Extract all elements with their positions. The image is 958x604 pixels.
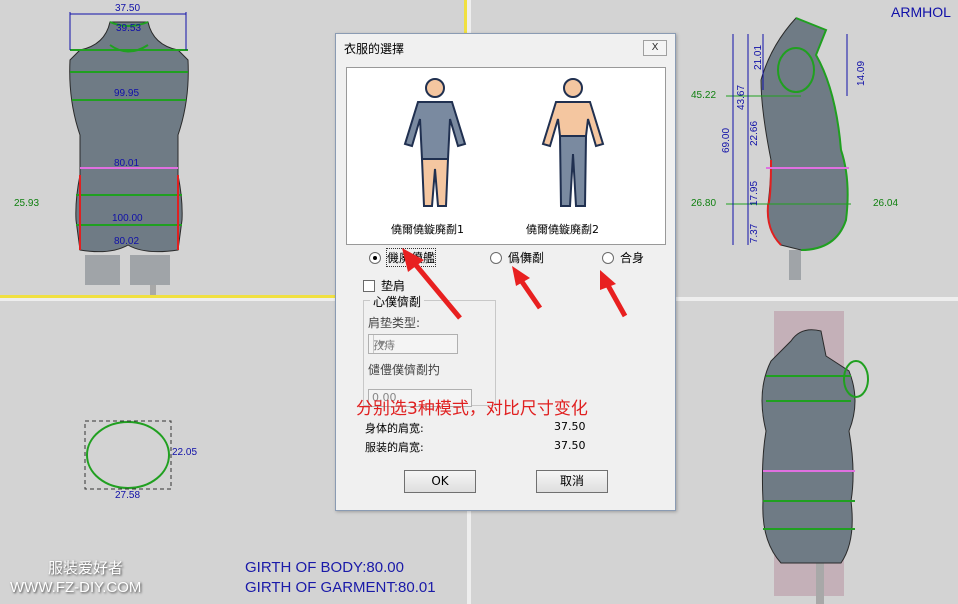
front-neck-girth: 39.53 bbox=[116, 23, 142, 34]
front-chest-girth: 99.95 bbox=[114, 88, 140, 99]
girth-of-garment: GIRTH OF GARMENT:80.01 bbox=[245, 579, 436, 596]
side-m4: 45.22 bbox=[691, 90, 717, 101]
watermark-chinese: 服裝爱好者 bbox=[48, 559, 124, 577]
armhole-right-value: 22.05 bbox=[172, 447, 198, 458]
radio-option-2[interactable]: 僞儛劀 bbox=[490, 249, 544, 266]
dialog-title: 衣服的選擇 bbox=[344, 42, 405, 56]
radio-3-label: 合身 bbox=[620, 251, 645, 265]
front-waist-girth: 80.01 bbox=[114, 158, 140, 169]
watermark-url: WWW.FZ-DIY.COM bbox=[10, 579, 142, 596]
figure-2-icon bbox=[541, 78, 605, 207]
thickness-label: 儙僼僕儕劀扚 bbox=[368, 363, 441, 377]
garment-selection-dialog[interactable]: 衣服的選擇 X 僥爾僥鏇廃劀1 僥爾僥鏇廃劀2 僟廃僨艦 僞儛劀 合身 垫肩 心… bbox=[335, 33, 676, 511]
side-corner-label: ARMHOL bbox=[891, 4, 951, 20]
radio-2-indicator[interactable] bbox=[490, 251, 502, 264]
front-hip-girth: 100.00 bbox=[112, 213, 143, 224]
close-button[interactable]: X bbox=[643, 40, 667, 56]
figure-1-icon bbox=[403, 78, 467, 207]
shoulder-pad-type-select[interactable]: 孜痔 ▼ bbox=[368, 334, 458, 354]
armhole-bottom-value: 27.58 bbox=[115, 490, 141, 501]
shoulder-pad-label: 垫肩 bbox=[381, 279, 406, 293]
girth-of-body: GIRTH OF BODY:80.00 bbox=[245, 559, 404, 576]
front-side-measure: 25.93 bbox=[14, 198, 40, 209]
radio-1-indicator[interactable] bbox=[369, 251, 381, 264]
side-m2: 14.09 bbox=[856, 60, 868, 87]
side-m7: 17.95 bbox=[749, 180, 761, 207]
body-shoulder-value: 37.50 bbox=[554, 420, 586, 433]
side-m3: 43.67 bbox=[736, 84, 748, 111]
radio-option-1[interactable]: 僟廃僨艦 bbox=[369, 248, 437, 267]
side-m1: 21.01 bbox=[753, 44, 765, 71]
figure-2-caption: 僥爾僥鏇廃劀2 bbox=[526, 223, 599, 236]
ok-button[interactable]: OK bbox=[404, 470, 476, 493]
chevron-down-icon[interactable]: ▼ bbox=[373, 335, 390, 353]
garment-preview-panel: 僥爾僥鏇廃劀1 僥爾僥鏇廃劀2 bbox=[346, 67, 666, 245]
annotation-text: 分别选3种模式，对比尺寸变化 bbox=[356, 399, 588, 419]
side-m6: 69.00 bbox=[721, 127, 733, 154]
side-m9: 26.04 bbox=[873, 198, 899, 209]
shoulder-pad-checkbox-box[interactable] bbox=[363, 279, 375, 292]
radio-1-label: 僟廃僨艦 bbox=[385, 248, 437, 267]
side-m8: 26.80 bbox=[691, 198, 717, 209]
shoulder-pad-checkbox[interactable]: 垫肩 bbox=[363, 277, 405, 294]
shoulder-pad-group: 心僕儕劀 肩垫类型: 孜痔 ▼ 儙僼僕儕劀扚 0.00 bbox=[363, 293, 496, 407]
figure-1-caption: 僥爾僥鏇廃劀1 bbox=[391, 223, 464, 236]
group-title: 心僕儕劀 bbox=[370, 293, 425, 310]
radio-2-label: 僞儛劀 bbox=[508, 251, 545, 265]
garment-shoulder-label: 服装的肩宽: bbox=[365, 441, 424, 454]
front-thigh-girth: 80.02 bbox=[114, 236, 140, 247]
shoulder-pad-type-label: 肩垫类型: bbox=[368, 316, 421, 330]
side-m10: 7.37 bbox=[749, 223, 761, 244]
side-m5: 22.66 bbox=[749, 120, 761, 147]
radio-option-3[interactable]: 合身 bbox=[602, 249, 644, 266]
front-shoulder-width: 37.50 bbox=[115, 3, 141, 14]
body-shoulder-label: 身体的肩宽: bbox=[365, 422, 424, 435]
radio-3-indicator[interactable] bbox=[602, 251, 614, 264]
garment-shoulder-value: 37.50 bbox=[554, 439, 586, 452]
cancel-button[interactable]: 取消 bbox=[536, 470, 608, 493]
